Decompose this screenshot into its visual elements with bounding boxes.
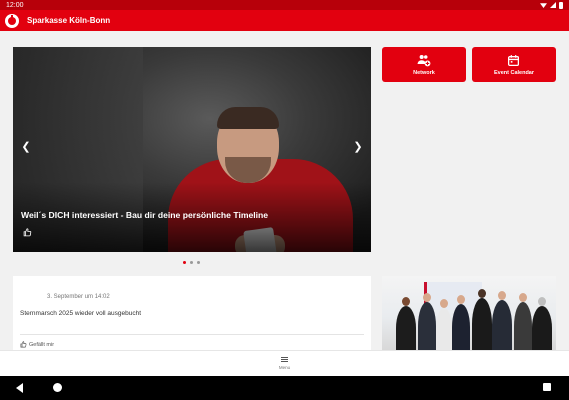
divider <box>20 334 364 335</box>
menu-button[interactable]: Menu <box>0 350 569 376</box>
event-photo-person <box>532 297 552 350</box>
hamburger-icon <box>281 356 288 363</box>
thumbs-up-icon <box>20 341 27 348</box>
people-add-icon <box>417 54 431 67</box>
event-photo-person <box>514 293 532 350</box>
event-photo-person <box>492 291 512 350</box>
calendar-icon <box>507 54 521 67</box>
status-time: 12:00 <box>6 1 24 9</box>
slider-pagination <box>183 261 200 264</box>
pagination-dot[interactable] <box>197 261 200 264</box>
system-navigation-bar <box>0 376 569 400</box>
battery-icon <box>559 1 563 9</box>
post-card[interactable]: 3. September um 14:02 Sternmarsch 2025 w… <box>13 276 371 350</box>
status-icons <box>540 1 563 9</box>
event-calendar-button[interactable]: Event Calendar <box>472 47 556 82</box>
signal-icon <box>550 2 556 8</box>
event-photo-person <box>436 299 452 350</box>
wifi-icon <box>540 3 547 8</box>
event-photo-person <box>452 295 470 350</box>
home-icon[interactable] <box>53 383 62 392</box>
event-photo-card[interactable] <box>382 276 556 350</box>
post-text: Sternmarsch 2025 wieder voll ausgebucht <box>20 310 142 317</box>
post-date: 3. September um 14:02 <box>47 294 110 300</box>
event-calendar-button-label: Event Calendar <box>493 69 535 76</box>
pagination-dot[interactable] <box>183 261 186 264</box>
like-label: Gefällt mir <box>29 341 55 348</box>
status-bar: 12:00 <box>0 0 569 10</box>
recent-apps-icon[interactable] <box>543 383 551 391</box>
event-photo-screen <box>424 282 482 310</box>
hero-caption[interactable]: Weil´s DICH interessiert - Bau dir deine… <box>21 210 268 220</box>
event-photo-person <box>396 297 416 350</box>
event-photo-person <box>472 289 492 350</box>
menu-label: Menu <box>278 365 291 371</box>
hero-image-hair <box>217 107 279 129</box>
network-button[interactable]: Network <box>382 47 466 82</box>
network-button-label: Network <box>413 69 435 76</box>
sparkasse-logo-icon <box>5 13 19 28</box>
chevron-right-icon[interactable]: ❯ <box>351 139 365 153</box>
pagination-dot[interactable] <box>190 261 193 264</box>
thumbs-up-icon[interactable] <box>23 228 32 239</box>
event-photo-person <box>418 293 436 350</box>
chevron-left-icon[interactable]: ❮ <box>19 139 33 153</box>
back-icon[interactable] <box>16 383 23 393</box>
like-button[interactable]: Gefällt mir <box>20 341 54 348</box>
app-bar: Sparkasse Köln-Bonn <box>0 10 569 31</box>
hero-slider[interactable]: ❮ ❯ Weil´s DICH interessiert - Bau dir d… <box>13 47 371 252</box>
app-title: Sparkasse Köln-Bonn <box>27 16 111 25</box>
